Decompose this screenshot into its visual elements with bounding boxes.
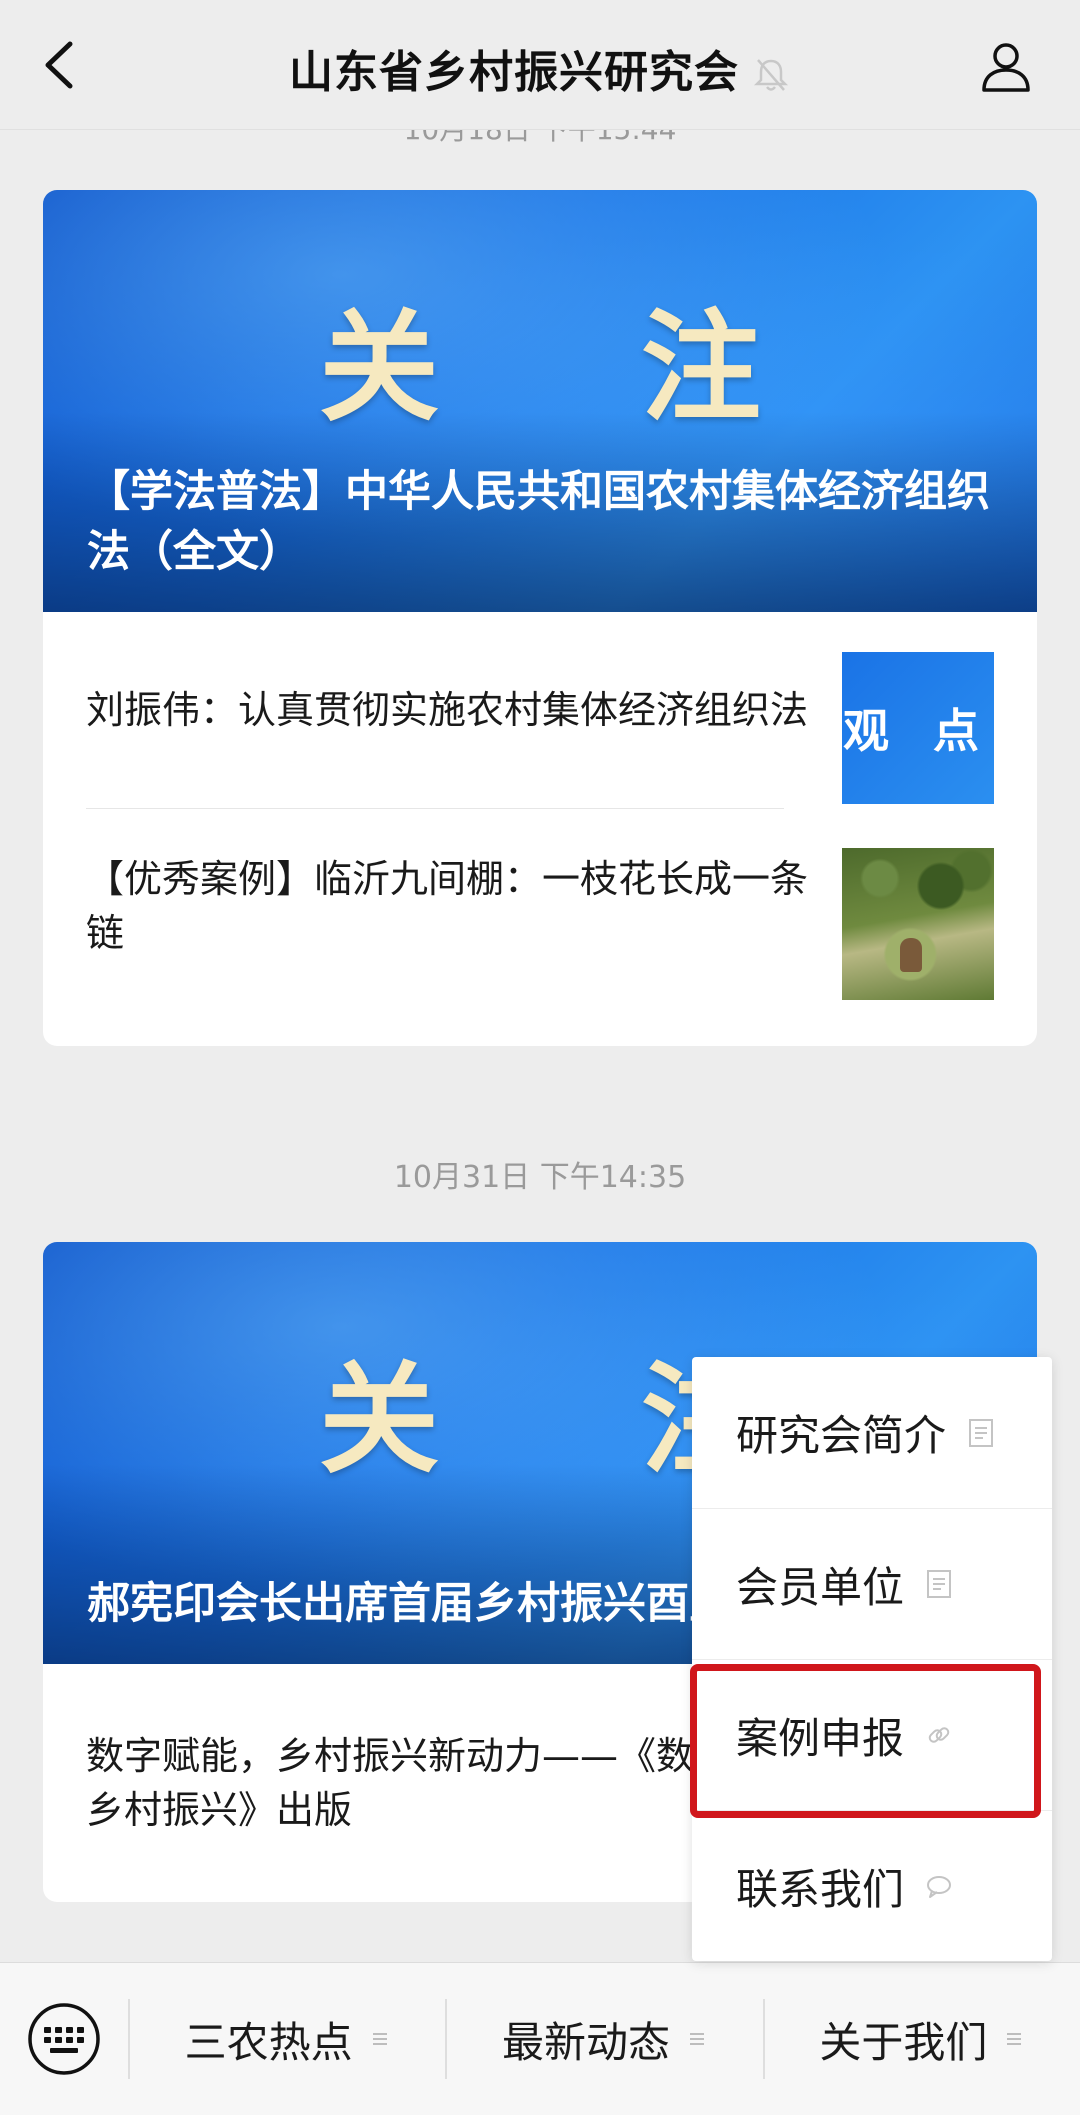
chat-bubble-icon (927, 1876, 952, 1898)
hero-banner-text: 关 注 (319, 297, 841, 438)
bottom-menu-latest-news[interactable]: 最新动态 (445, 1963, 762, 2115)
menu-item-label: 联系我们 (736, 1864, 905, 1914)
menu-lines-icon (372, 2033, 387, 2045)
bottom-menu-label: 最新动态 (501, 2017, 670, 2067)
account-name: 山东省乡村振兴研究会 (289, 47, 739, 98)
message-timestamp: 10月31日 下午14:35 (393, 1160, 687, 1195)
menu-lines-icon (690, 2033, 704, 2045)
article-title: 数字赋能，乡村振兴新动力——《数赋能乡村振兴》出版 (86, 1734, 771, 1832)
article-card: 关 注 【学法普法】中华人民共和国农村集体经济组织法（全文） 刘振伟：认真贯彻实… (43, 190, 1037, 1046)
menu-item-member-units[interactable]: 会员单位 (692, 1508, 1052, 1659)
menu-item-about-association[interactable]: 研究会简介 (692, 1357, 1052, 1508)
keyboard-icon (28, 2003, 100, 2075)
menu-item-case-submission[interactable]: 案例申报 (692, 1659, 1052, 1810)
bottom-menu-label: 关于我们 (819, 2017, 988, 2067)
article-title: 【优秀案例】临沂九间棚：一枝花长成一条链 (86, 857, 809, 955)
article-list-item[interactable]: 【优秀案例】临沂九间棚：一枝花长成一条链 (86, 808, 994, 1004)
article-icon (927, 1570, 952, 1598)
menu-item-label: 研究会简介 (736, 1411, 947, 1460)
bottom-menu-label: 三农热点 (184, 2017, 353, 2067)
article-thumbnail: 观 点 (842, 652, 994, 804)
menu-item-label: 案例申报 (736, 1713, 905, 1763)
menu-item-label: 会员单位 (736, 1562, 905, 1612)
person-figure (900, 938, 922, 972)
submenu-popup: 研究会简介 会员单位 案例申报 联系我们 (692, 1357, 1052, 1961)
article-list-item[interactable]: 刘振伟：认真贯彻实施农村集体经济组织法 观 点 (86, 612, 994, 808)
bottom-menu-about-us[interactable]: 关于我们 (762, 1963, 1080, 2115)
menu-item-contact-us[interactable]: 联系我们 (692, 1810, 1052, 1961)
profile-icon[interactable] (978, 38, 1034, 94)
article-icon (969, 1418, 994, 1447)
page-title: 山东省乡村振兴研究会 (0, 36, 1080, 100)
bottom-menu-sannong-hotspots[interactable]: 三农热点 (128, 1963, 445, 2115)
muted-bell-icon (753, 59, 789, 91)
link-icon (928, 1727, 950, 1743)
article-headline: 【学法普法】中华人民共和国农村集体经济组织法（全文） (87, 467, 990, 577)
top-bar: 山东省乡村振兴研究会 (0, 0, 1080, 130)
article-hero[interactable]: 关 注 【学法普法】中华人民共和国农村集体经济组织法（全文） (43, 190, 1037, 612)
menu-lines-icon (1007, 2033, 1022, 2045)
article-title: 刘振伟：认真贯彻实施农村集体经济组织法 (86, 688, 809, 732)
keyboard-toggle-button[interactable] (0, 1963, 128, 2115)
bottom-menu-bar: 三农热点 最新动态 关于我们 (0, 1962, 1080, 2115)
article-thumbnail-photo (842, 848, 994, 1000)
